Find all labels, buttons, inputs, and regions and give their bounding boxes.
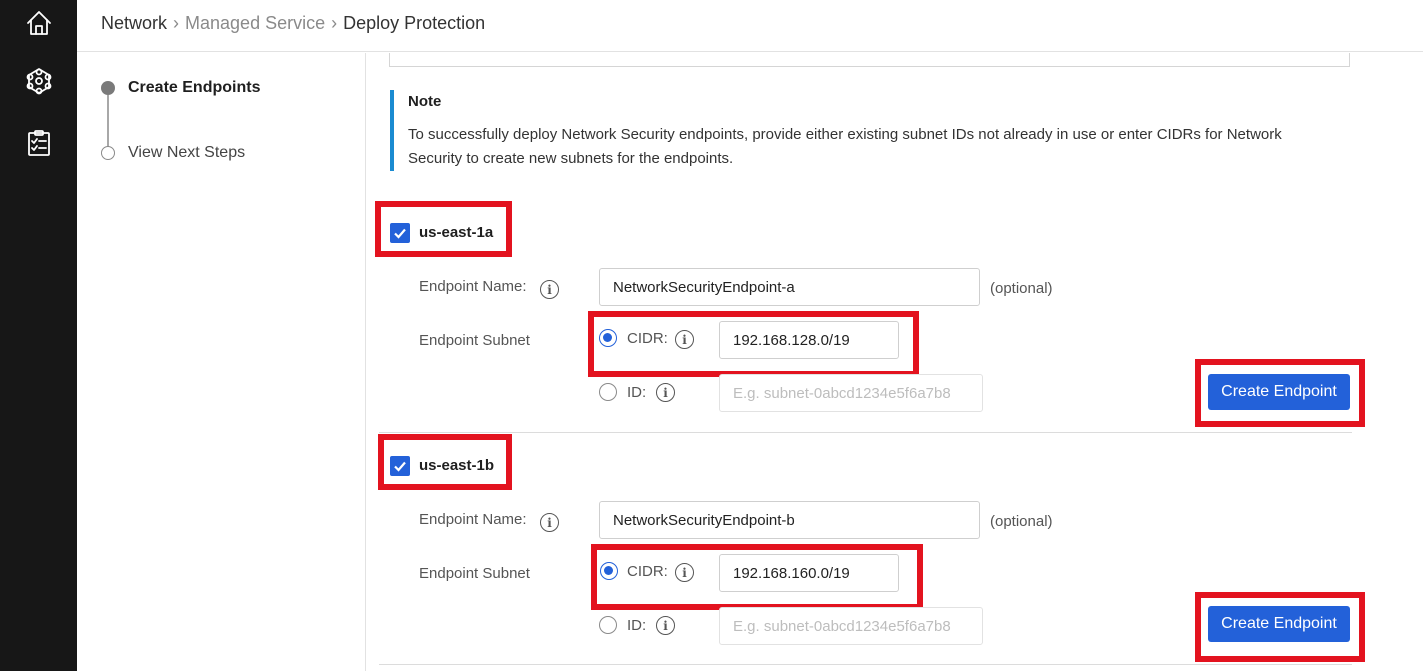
section-divider	[379, 664, 1352, 665]
zone-section-us-east-1b: us-east-1b Endpoint Name: i NetworkSecur…	[367, 434, 1367, 671]
info-icon[interactable]: i	[540, 280, 559, 299]
step-create-endpoints[interactable]: Create Endpoints	[101, 79, 260, 97]
zone-section-us-east-1a: us-east-1a Endpoint Name: i NetworkSecur…	[367, 201, 1367, 433]
breadcrumb-managed-service[interactable]: Managed Service	[185, 13, 325, 34]
endpoint-name-input[interactable]: NetworkSecurityEndpoint-a	[599, 268, 980, 306]
id-label: ID:	[627, 617, 647, 634]
id-radio[interactable]	[599, 383, 617, 401]
optional-label: (optional)	[990, 280, 1053, 297]
left-nav-rail	[0, 0, 77, 671]
info-icon[interactable]: i	[540, 513, 559, 532]
checkmark-icon	[394, 228, 406, 239]
page-header: Network › Managed Service › Deploy Prote…	[77, 0, 1423, 52]
optional-label: (optional)	[990, 513, 1053, 530]
id-radio[interactable]	[599, 616, 617, 634]
hexagon-cluster-icon[interactable]	[22, 64, 56, 98]
breadcrumb-deploy-protection: Deploy Protection	[343, 13, 486, 33]
step-connector	[107, 95, 109, 147]
endpoint-name-input[interactable]: NetworkSecurityEndpoint-b	[599, 501, 980, 539]
breadcrumb: Network › Managed Service › Deploy Prote…	[101, 13, 485, 34]
id-label: ID:	[627, 384, 647, 401]
step-label: View Next Steps	[128, 144, 246, 161]
note-body: To successfully deploy Network Security …	[408, 126, 1282, 167]
checkmark-icon	[394, 461, 406, 472]
endpoint-name-label: Endpoint Name:	[419, 278, 527, 295]
previous-field-box	[389, 53, 1350, 67]
step-view-next-steps[interactable]: View Next Steps	[101, 144, 245, 162]
note-title: Note	[408, 93, 442, 110]
breadcrumb-separator: ›	[173, 13, 180, 33]
endpoint-subnet-label: Endpoint Subnet	[419, 565, 530, 582]
subnet-id-input[interactable]: E.g. subnet-0abcd1234e5f6a7b8	[719, 374, 983, 412]
cidr-radio[interactable]	[600, 562, 618, 580]
cidr-input[interactable]: 192.168.128.0/19	[719, 321, 899, 359]
cidr-input[interactable]: 192.168.160.0/19	[719, 554, 899, 592]
step-label: Create Endpoints	[128, 79, 261, 96]
cidr-label: CIDR:	[627, 563, 668, 580]
info-icon[interactable]: i	[675, 563, 694, 582]
cidr-radio[interactable]	[599, 329, 617, 347]
step-inactive-dot	[101, 146, 115, 160]
info-icon[interactable]: i	[675, 330, 694, 349]
create-endpoint-button[interactable]: Create Endpoint	[1208, 606, 1350, 642]
subnet-id-input[interactable]: E.g. subnet-0abcd1234e5f6a7b8	[719, 607, 983, 645]
home-icon[interactable]	[22, 6, 56, 40]
breadcrumb-separator: ›	[331, 13, 338, 33]
create-endpoint-button[interactable]: Create Endpoint	[1208, 374, 1350, 410]
cidr-label: CIDR:	[627, 330, 668, 347]
note-callout: Note To successfully deploy Network Secu…	[390, 90, 1340, 171]
clipboard-checklist-icon[interactable]	[22, 126, 56, 160]
breadcrumb-network[interactable]: Network	[101, 13, 167, 34]
info-icon[interactable]: i	[656, 383, 675, 402]
wizard-steps: Create Endpoints View Next Steps	[77, 53, 366, 671]
zone-checkbox[interactable]	[390, 223, 410, 243]
zone-label: us-east-1b	[419, 457, 495, 474]
zone-label: us-east-1a	[419, 224, 494, 241]
section-divider	[379, 432, 1352, 433]
info-icon[interactable]: i	[656, 616, 675, 635]
endpoint-subnet-label: Endpoint Subnet	[419, 332, 530, 349]
endpoint-name-label: Endpoint Name:	[419, 511, 527, 528]
main-content: Note To successfully deploy Network Secu…	[367, 53, 1423, 671]
step-active-dot	[101, 81, 115, 95]
zone-checkbox[interactable]	[390, 456, 410, 476]
